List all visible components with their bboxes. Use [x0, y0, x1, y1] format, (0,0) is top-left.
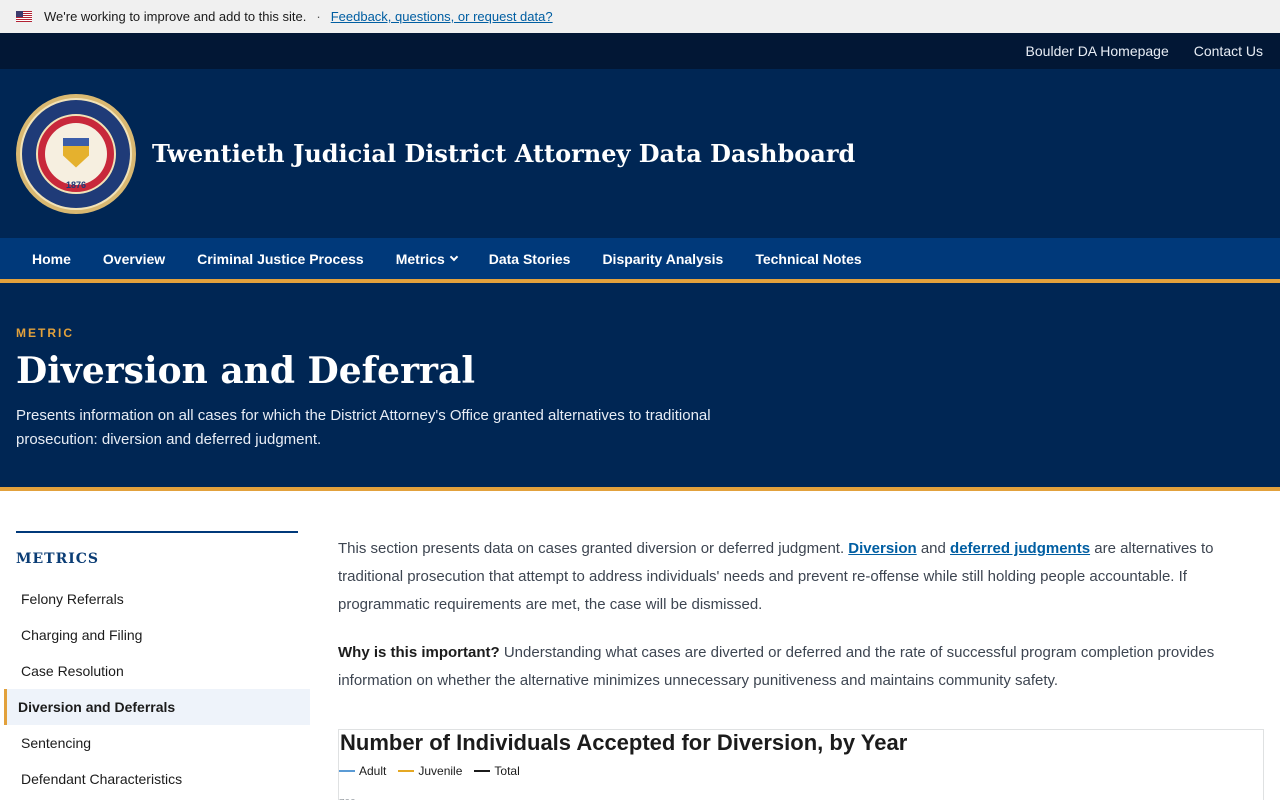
- chevron-down-icon: [449, 252, 458, 261]
- intro-text-mid: and: [916, 540, 951, 557]
- sidebar-item-felony-referrals[interactable]: Felony Referrals: [4, 581, 310, 617]
- deferred-judgments-link[interactable]: deferred judgments: [950, 540, 1090, 557]
- nav-disparity-analysis[interactable]: Disparity Analysis: [586, 251, 739, 267]
- chart-plot-area: 700: [339, 798, 356, 800]
- page-title: Diversion and Deferral: [16, 350, 475, 392]
- main-nav: Home Overview Criminal Justice Process M…: [0, 238, 1280, 283]
- sidebar: METRICS Felony Referrals Charging and Fi…: [0, 531, 310, 800]
- nav-criminal-justice-process[interactable]: Criminal Justice Process: [181, 251, 380, 267]
- legend-label-total: Total: [494, 764, 520, 778]
- nav-metrics-label: Metrics: [395, 250, 445, 267]
- chart-title: Number of Individuals Accepted for Diver…: [340, 730, 908, 755]
- legend-label-adult: Adult: [359, 764, 387, 778]
- nav-data-stories[interactable]: Data Stories: [473, 251, 587, 267]
- diversion-chart: Number of Individuals Accepted for Diver…: [338, 729, 1264, 800]
- sidebar-item-charging-and-filing[interactable]: Charging and Filing: [4, 617, 310, 653]
- legend-swatch-total: [474, 770, 491, 772]
- site-banner: We're working to improve and add to this…: [0, 0, 1280, 33]
- sidebar-item-case-resolution[interactable]: Case Resolution: [4, 653, 310, 689]
- contact-us-link[interactable]: Contact Us: [1194, 43, 1263, 59]
- us-flag-icon: [16, 11, 32, 22]
- banner-separator: ·: [316, 9, 321, 24]
- legend-item-adult[interactable]: Adult: [339, 764, 386, 778]
- nav-overview[interactable]: Overview: [87, 251, 181, 267]
- nav-home[interactable]: Home: [16, 251, 87, 267]
- main-content: This section presents data on cases gran…: [338, 531, 1264, 800]
- utility-nav: Boulder DA Homepage Contact Us: [0, 33, 1280, 69]
- sidebar-heading: METRICS: [16, 531, 298, 581]
- page-description: Presents information on all cases for wh…: [16, 407, 711, 448]
- sidebar-item-sentencing[interactable]: Sentencing: [4, 725, 310, 761]
- importance-paragraph: Why is this important? Understanding wha…: [338, 639, 1264, 695]
- feedback-link[interactable]: Feedback, questions, or request data?: [331, 9, 553, 24]
- site-header: 1876 Twentieth Judicial District Attorne…: [0, 69, 1280, 238]
- nav-metrics[interactable]: Metrics: [380, 251, 473, 267]
- legend-item-total[interactable]: Total: [474, 764, 520, 778]
- legend-swatch-adult: [339, 770, 355, 772]
- seal-year: 1876: [65, 179, 87, 190]
- nav-technical-notes[interactable]: Technical Notes: [739, 251, 877, 267]
- diversion-link[interactable]: Diversion: [848, 540, 916, 557]
- district-attorney-seal-logo[interactable]: 1876: [16, 93, 136, 214]
- boulder-da-homepage-link[interactable]: Boulder DA Homepage: [1026, 43, 1169, 59]
- legend-label-juvenile: Juvenile: [418, 764, 463, 778]
- page-hero: METRIC Diversion and Deferral Presents i…: [0, 283, 1280, 491]
- legend-item-juvenile[interactable]: Juvenile: [398, 764, 462, 778]
- legend-swatch-juvenile: [398, 770, 415, 772]
- sidebar-item-defendant-characteristics[interactable]: Defendant Characteristics: [4, 761, 310, 797]
- site-title[interactable]: Twentieth Judicial District Attorney Dat…: [152, 139, 855, 168]
- intro-paragraph: This section presents data on cases gran…: [338, 535, 1264, 619]
- importance-heading: Why is this important?: [338, 644, 500, 661]
- sidebar-item-diversion-and-deferrals[interactable]: Diversion and Deferrals: [4, 689, 310, 725]
- page-eyebrow: METRIC: [16, 326, 74, 340]
- intro-text-start: This section presents data on cases gran…: [338, 540, 849, 557]
- banner-text: We're working to improve and add to this…: [44, 9, 307, 24]
- chart-legend: Adult Juvenile Total: [339, 764, 1263, 778]
- content-area: METRICS Felony Referrals Charging and Fi…: [0, 491, 1280, 800]
